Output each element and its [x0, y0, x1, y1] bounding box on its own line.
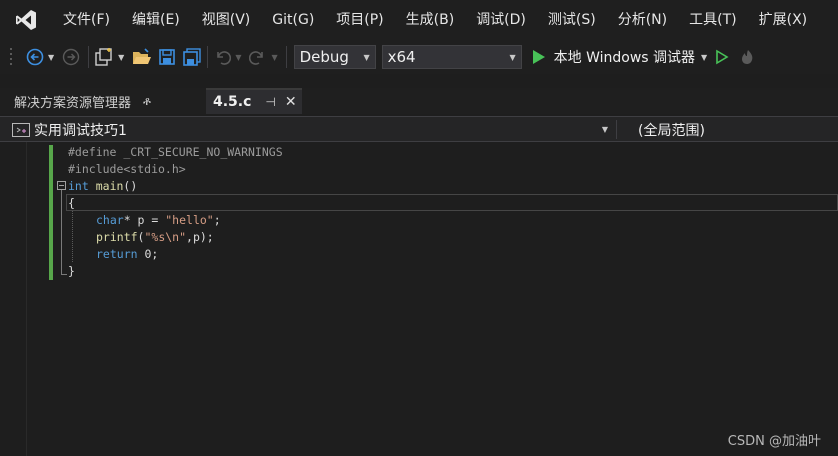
outline-end-tick — [61, 274, 67, 275]
new-project-dropdown-icon[interactable]: ▼ — [118, 45, 124, 69]
string-format: "%s\n" — [144, 230, 187, 244]
change-tracking-bar — [49, 145, 53, 280]
main-parens: () — [123, 179, 138, 193]
menu-test[interactable]: 测试(S) — [537, 0, 607, 40]
toolbar-separator — [88, 46, 90, 68]
menu-git[interactable]: Git(G) — [261, 0, 325, 40]
grip-icon — [10, 45, 14, 69]
tab-file-label: 4.5.c — [213, 94, 252, 110]
menu-project[interactable]: 项目(P) — [325, 0, 394, 40]
solution-configuration-value: Debug — [299, 48, 349, 66]
start-debugging-dropdown-icon[interactable]: ▼ — [701, 45, 707, 69]
code-line-define: #define _CRT_SECURE_NO_WARNINGS — [68, 145, 283, 159]
nav-separator — [616, 120, 617, 139]
code-line-return: return 0; — [96, 246, 158, 263]
menu-edit[interactable]: 编辑(E) — [121, 0, 191, 40]
code-line-close-brace: } — [68, 264, 75, 278]
menu-debug[interactable]: 调试(D) — [465, 0, 537, 40]
code-line-main: int main() — [68, 178, 137, 195]
collapse-toggle-icon[interactable] — [57, 181, 66, 190]
new-project-icon[interactable] — [94, 45, 114, 69]
standard-toolbar: ▼ ▼ ▼ ▼ Debug ▼ x64 ▼ 本地 Windows 调试器 ▼ — [0, 40, 838, 74]
solution-configuration-select[interactable]: Debug ▼ — [293, 45, 376, 69]
toolbar-separator — [285, 46, 287, 68]
pin-tab-icon[interactable]: ⊣ — [265, 95, 275, 109]
save-icon[interactable] — [158, 45, 176, 69]
close-tab-icon[interactable]: ✕ — [285, 94, 297, 110]
navigate-forward-icon[interactable] — [62, 45, 80, 69]
undo-dropdown-icon[interactable]: ▼ — [235, 45, 241, 69]
tab-solution-explorer-label: 解决方案资源管理器 — [14, 95, 132, 111]
keyword-return: return — [96, 247, 138, 261]
char-decl-middle: * p = — [123, 213, 166, 227]
return-value: 0; — [137, 247, 159, 261]
string-hello: "hello" — [165, 213, 214, 227]
code-editor[interactable]: #define _CRT_SECURE_NO_WARNINGS #include… — [0, 142, 838, 456]
code-line-char-decl: char* p = "hello"; — [96, 212, 221, 229]
char-decl-end: ; — [213, 213, 221, 227]
open-folder-icon[interactable] — [132, 45, 152, 69]
scope-dropdown[interactable]: (全局范围) — [620, 120, 838, 139]
hot-reload-icon[interactable] — [739, 45, 757, 69]
redo-dropdown-icon[interactable]: ▼ — [271, 45, 277, 69]
keyword-char: char — [96, 213, 124, 227]
navigate-back-icon[interactable] — [26, 45, 44, 69]
gutter-divider — [26, 142, 27, 456]
navigate-back-dropdown-icon[interactable]: ▼ — [48, 45, 54, 69]
chevron-down-icon: ▼ — [363, 52, 370, 62]
toolbar-separator — [207, 46, 209, 68]
printf-args: ,p); — [186, 230, 214, 244]
code-line-printf: printf("%s\n",p); — [96, 229, 214, 246]
watermark: CSDN @加油叶 — [727, 434, 821, 449]
indent-guide — [72, 211, 73, 262]
solution-platform-select[interactable]: x64 ▼ — [381, 45, 522, 69]
outline-line — [61, 190, 62, 274]
code-line-open-brace: { — [68, 196, 75, 210]
code-line-include: #include<stdio.h> — [68, 162, 186, 176]
menu-analyze[interactable]: 分析(N) — [607, 0, 678, 40]
current-line-highlight — [66, 194, 838, 211]
keyword-int: int — [68, 179, 89, 193]
function-printf: printf — [96, 230, 138, 244]
document-tab-strip: 解决方案资源管理器 ቶ 4.5.c ⊣ ✕ — [0, 88, 838, 114]
function-main: main — [95, 179, 124, 193]
save-all-icon[interactable] — [182, 45, 202, 69]
scope-name: (全局范围) — [638, 122, 705, 139]
menu-build[interactable]: 生成(B) — [395, 0, 466, 40]
navigation-bar: 实用调试技巧1 ▼ (全局范围) — [0, 116, 838, 142]
start-debugging-label[interactable]: 本地 Windows 调试器 — [554, 47, 695, 67]
project-name: 实用调试技巧1 — [34, 122, 127, 139]
tab-file-4-5-c[interactable]: 4.5.c ⊣ ✕ — [206, 88, 302, 114]
menu-file[interactable]: 文件(F) — [52, 0, 121, 40]
chevron-down-icon: ▼ — [601, 125, 608, 134]
pin-icon[interactable]: ቶ — [143, 94, 151, 109]
menu-bar: 文件(F) 编辑(E) 视图(V) Git(G) 项目(P) 生成(B) 调试(… — [0, 0, 838, 40]
menu-view[interactable]: 视图(V) — [191, 0, 262, 40]
start-debugging-button[interactable] — [532, 45, 546, 69]
menu-tools[interactable]: 工具(T) — [678, 0, 747, 40]
menu-extensions[interactable]: 扩展(X) — [748, 0, 819, 40]
project-dropdown[interactable]: 实用调试技巧1 ▼ — [12, 120, 608, 139]
solution-platform-value: x64 — [387, 48, 416, 66]
c-file-icon — [12, 122, 30, 137]
tab-solution-explorer[interactable]: 解决方案资源管理器 ቶ — [0, 88, 198, 114]
redo-icon[interactable] — [249, 45, 267, 69]
chevron-down-icon: ▼ — [509, 52, 516, 62]
undo-icon[interactable] — [213, 45, 232, 69]
visual-studio-logo-icon[interactable] — [0, 0, 52, 40]
start-without-debugging-icon[interactable] — [715, 45, 729, 69]
